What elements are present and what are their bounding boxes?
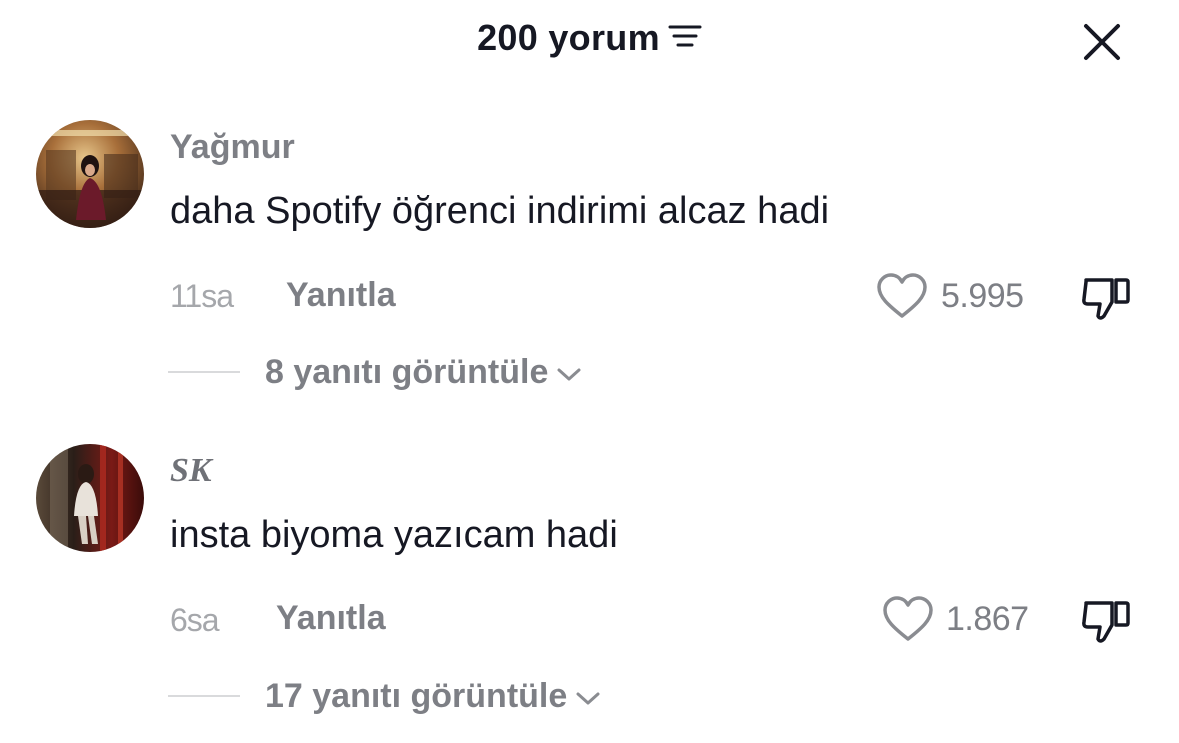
close-icon[interactable] <box>1080 20 1124 64</box>
view-replies-button[interactable]: 8 yanıtı görüntüle <box>168 350 638 394</box>
reply-button[interactable]: Yanıtla <box>276 598 386 638</box>
comment-time: 11sa <box>170 278 234 314</box>
like-count: 5.995 <box>941 277 1024 315</box>
chevron-down-icon <box>556 350 582 394</box>
view-replies-button[interactable]: 17 yanıtı görüntüle <box>168 674 648 718</box>
dislike-icon[interactable] <box>1080 595 1134 645</box>
sort-lines-icon[interactable] <box>668 15 702 59</box>
replies-divider <box>168 695 240 697</box>
heart-icon[interactable] <box>882 595 934 643</box>
comments-header: 200 yorum <box>0 16 1179 60</box>
view-replies-text: 8 yanıtı görüntüle <box>265 353 549 391</box>
comment-username[interactable]: Yağmur <box>170 127 295 167</box>
comment-time: 6sa <box>170 602 220 638</box>
reply-button[interactable]: Yanıtla <box>286 275 396 315</box>
comments-sheet: 200 yorum Yağmur daha Spotify öğrenci in… <box>0 0 1179 743</box>
replies-divider <box>168 371 240 373</box>
view-replies-label: 17 yanıtı görüntüle <box>265 674 601 718</box>
comment-text: daha Spotify öğrenci indirimi alcaz hadi <box>170 190 830 232</box>
like-count: 1.867 <box>946 600 1029 638</box>
chevron-down-icon <box>575 674 601 718</box>
heart-icon[interactable] <box>876 272 928 320</box>
comment-text: insta biyoma yazıcam hadi <box>170 514 618 556</box>
avatar[interactable] <box>36 444 144 552</box>
comment-username[interactable]: SK <box>170 451 212 491</box>
avatar[interactable] <box>36 120 144 228</box>
view-replies-text: 17 yanıtı görüntüle <box>265 677 568 715</box>
dislike-icon[interactable] <box>1080 272 1134 322</box>
view-replies-label: 8 yanıtı görüntüle <box>265 350 582 394</box>
comment-count-title: 200 yorum <box>477 17 660 58</box>
